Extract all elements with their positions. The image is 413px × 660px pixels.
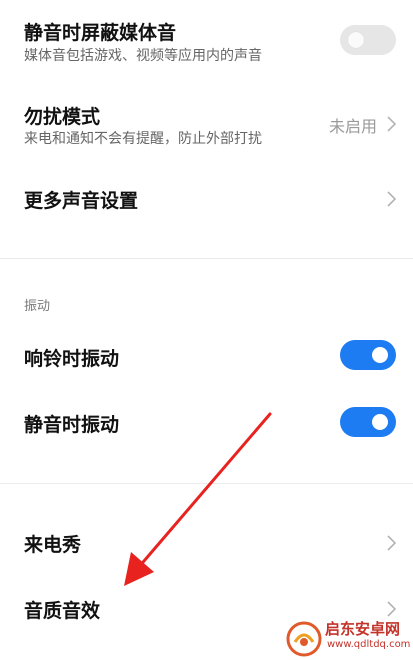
more-sound-row[interactable]: 更多声音设置: [0, 175, 413, 225]
chevron-right-icon: [387, 535, 397, 551]
mute-media-toggle[interactable]: [340, 25, 396, 55]
watermark: 启东安卓网 www.qdltdq.com: [283, 618, 413, 660]
vibrate-silent-title: 静音时振动: [24, 414, 120, 436]
chevron-right-icon: [387, 191, 397, 207]
mute-media-row[interactable]: 静音时屏蔽媒体音 媒体音包括游戏、视频等应用内的声音: [0, 0, 413, 80]
toggle-knob: [372, 414, 388, 430]
dnd-row[interactable]: 勿扰模式 来电和通知不会有提醒，防止外部打扰 未启用: [0, 90, 413, 170]
watermark-logo-icon: [286, 621, 322, 657]
dnd-title: 勿扰模式: [24, 106, 101, 128]
section-divider: [0, 483, 413, 484]
sound-quality-title: 音质音效: [24, 600, 101, 622]
chevron-right-icon: [387, 601, 397, 617]
toggle-knob: [348, 32, 364, 48]
caller-show-title: 来电秀: [24, 534, 82, 556]
section-divider: [0, 258, 413, 259]
toggle-knob: [372, 347, 388, 363]
vibrate-silent-toggle[interactable]: [340, 407, 396, 437]
vibrate-ring-row[interactable]: 响铃时振动: [0, 330, 413, 380]
watermark-name: 启东安卓网: [325, 620, 401, 638]
vibrate-silent-row[interactable]: 静音时振动: [0, 397, 413, 447]
caller-show-row[interactable]: 来电秀: [0, 515, 413, 565]
watermark-url: www.qdltdq.com: [327, 639, 411, 650]
vibrate-ring-toggle[interactable]: [340, 340, 396, 370]
dnd-status-value: 未启用: [328, 117, 377, 136]
chevron-right-icon: [387, 116, 397, 132]
mute-media-title: 静音时屏蔽媒体音: [24, 22, 177, 44]
more-sound-title: 更多声音设置: [24, 190, 139, 212]
vibrate-ring-title: 响铃时振动: [24, 348, 120, 370]
vibrate-section-label: 振动: [24, 299, 51, 314]
dnd-subtitle: 来电和通知不会有提醒，防止外部打扰: [24, 131, 262, 147]
mute-media-subtitle: 媒体音包括游戏、视频等应用内的声音: [24, 48, 262, 64]
